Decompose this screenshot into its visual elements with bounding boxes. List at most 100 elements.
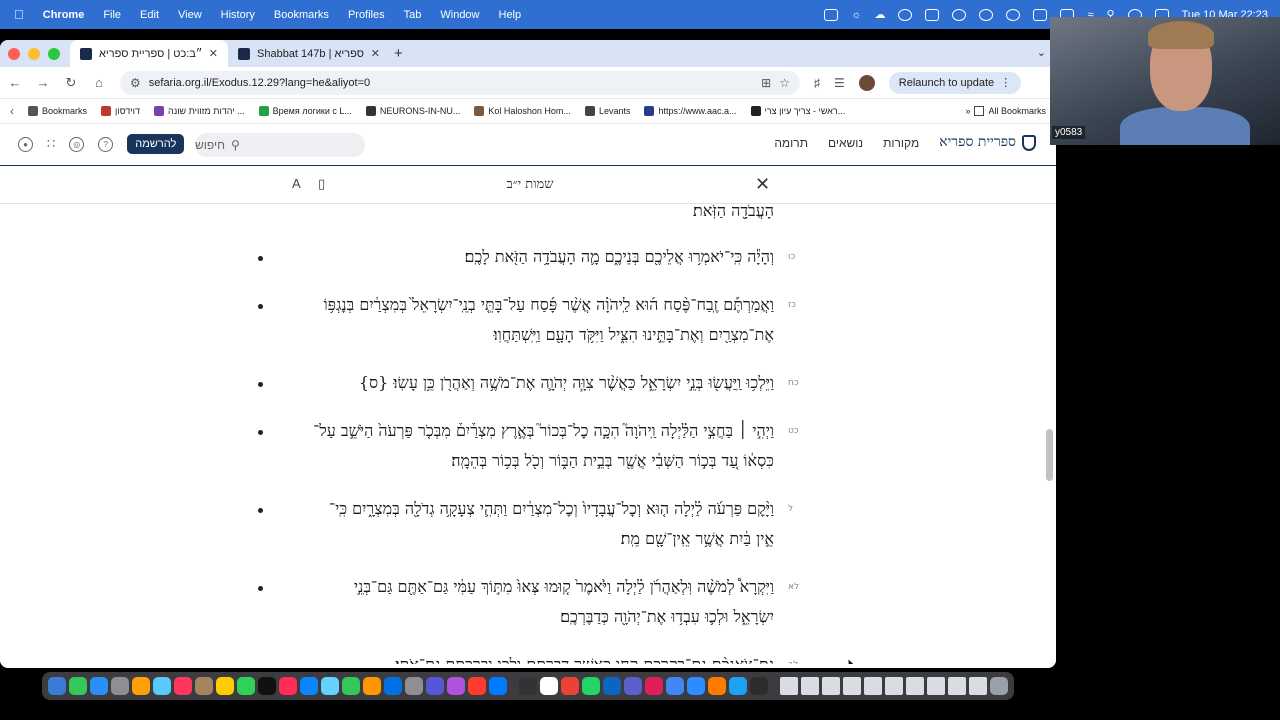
dock-app-icon[interactable]: [729, 677, 747, 695]
site-info-icon[interactable]: ⚙: [130, 76, 141, 90]
address-bar[interactable]: ⚙ sefaria.org.il/Exodus.12.29?lang=he&al…: [120, 70, 800, 95]
tab-exodus[interactable]: שמות י״ב:כט | ספריית ספריא ✕: [70, 40, 228, 67]
nav-texts[interactable]: מקורות: [883, 136, 919, 150]
menu-file[interactable]: File: [103, 9, 121, 21]
dock-minimized-window-icon[interactable]: [948, 677, 966, 695]
back-icon[interactable]: ←: [8, 75, 22, 90]
dock-app-icon[interactable]: [111, 677, 129, 695]
dock-app-icon[interactable]: [624, 677, 642, 695]
menu-bookmarks[interactable]: Bookmarks: [274, 9, 329, 21]
dock-app-icon[interactable]: [132, 677, 150, 695]
relaunch-button[interactable]: Relaunch to update ⋮: [888, 71, 1022, 94]
dock-app-icon[interactable]: [174, 677, 192, 695]
dock-app-icon[interactable]: [300, 677, 318, 695]
verse-number[interactable]: כו: [788, 252, 795, 262]
forward-icon[interactable]: →: [36, 75, 50, 90]
dock-app-icon[interactable]: [519, 677, 537, 695]
video-call-tile[interactable]: y0583: [1050, 17, 1280, 145]
sync-icon[interactable]: [952, 8, 967, 21]
verse-text[interactable]: וַיֵּלְכ֥וּ וַֽיַּעֲשׂ֖וּ בְּנֵ֣י יִשְׂר…: [282, 368, 774, 398]
scrollbar-thumb[interactable]: [1046, 429, 1053, 481]
dock-minimized-window-icon[interactable]: [864, 677, 882, 695]
dock-app-icon[interactable]: [489, 677, 507, 695]
bookmark-item[interactable]: NEURONS-IN-NU...: [365, 106, 460, 116]
tab-search-icon[interactable]: ⌄: [1037, 46, 1046, 59]
media-icon[interactable]: ☰: [834, 76, 845, 90]
dock-app-icon[interactable]: [342, 677, 360, 695]
verse-text[interactable]: גַּם־צֹאנְכֶ֨ם גַּם־בְּקַרְכֶ֥ם קְח֛וּ כ…: [282, 650, 774, 664]
menu-history[interactable]: History: [221, 9, 255, 21]
install-app-icon[interactable]: ⊞: [761, 76, 771, 90]
bookmark-item[interactable]: Bookmarks: [28, 106, 87, 116]
dock-app-icon[interactable]: [645, 677, 663, 695]
account-icon[interactable]: ●: [18, 136, 33, 152]
bookmark-item[interactable]: יהדות מזווית שונה ...: [153, 106, 245, 116]
dock-minimized-window-icon[interactable]: [885, 677, 903, 695]
verse-text[interactable]: וַיְהִ֣י ׀ בַּחֲצִ֣י הַלַּ֗יְלָה וַֽיהֹו…: [282, 416, 774, 476]
verse-number[interactable]: ל: [788, 504, 793, 514]
apps-grid-icon[interactable]: ∷: [47, 136, 55, 152]
menu-view[interactable]: View: [178, 9, 202, 21]
dock-minimized-window-icon[interactable]: [822, 677, 840, 695]
close-window-icon[interactable]: [8, 47, 20, 60]
dock-app-icon[interactable]: [321, 677, 339, 695]
screen-share-icon[interactable]: [824, 8, 839, 21]
close-tab-icon[interactable]: ✕: [209, 47, 218, 60]
overflow-chevron-icon[interactable]: »: [965, 106, 970, 116]
trash-icon[interactable]: [990, 677, 1008, 695]
dock-app-icon[interactable]: [195, 677, 213, 695]
search-icon[interactable]: ⚲: [231, 138, 240, 152]
dock-app-icon[interactable]: [384, 677, 402, 695]
dock-app-icon[interactable]: [561, 677, 579, 695]
verse-text[interactable]: וַיָּ֨קׇם פַּרְעֹ֜ה לַ֗יְלָה ה֤וּא וְכׇל…: [282, 494, 774, 554]
profile-avatar[interactable]: [858, 74, 875, 91]
dock-app-icon[interactable]: [258, 677, 276, 695]
dock-app-icon[interactable]: [237, 677, 255, 695]
verse-text[interactable]: וַיִּקְרָא֩ לְמֹשֶׁ֨ה וּֽלְאַהֲרֹ֜ן לַ֗י…: [282, 572, 774, 632]
dock-app-icon[interactable]: [447, 677, 465, 695]
zoom-status-icon[interactable]: [898, 8, 913, 21]
signup-button[interactable]: להרשמה: [127, 134, 185, 154]
verse-text[interactable]: הָעֲבֹדָ֖ה הַזֹּֽאת׃: [282, 204, 774, 226]
bookmark-item[interactable]: Время логики с L...: [258, 106, 352, 116]
reload-icon[interactable]: ↻: [64, 75, 78, 91]
dock-minimized-window-icon[interactable]: [801, 677, 819, 695]
menu-profiles[interactable]: Profiles: [348, 9, 385, 21]
cloud-icon[interactable]: ☁: [874, 8, 885, 21]
dock-minimized-window-icon[interactable]: [906, 677, 924, 695]
verse-text[interactable]: וְהָיָ֕ה כִּֽי־יֹאמְר֥וּ אֲלֵיכֶ֖ם בְּנֵ…: [282, 242, 774, 272]
bookmark-item[interactable]: דוידסון: [101, 106, 140, 116]
bookmark-star-icon[interactable]: ☆: [779, 76, 800, 90]
menu-tab[interactable]: Tab: [404, 9, 422, 21]
verse-text[interactable]: וַאֲמַרְתֶּ֡ם זֶֽבַח־פֶּ֨סַח ה֜וּא לַֽיה…: [282, 290, 774, 350]
verse-number[interactable]: לב: [788, 660, 798, 664]
menu-help[interactable]: Help: [499, 9, 522, 21]
dock-app-icon[interactable]: [153, 677, 171, 695]
extensions-icon[interactable]: ♯: [814, 76, 820, 90]
bookmark-item[interactable]: ראשי - צריך עיון צרי...: [750, 106, 845, 116]
dock-app-icon[interactable]: [540, 677, 558, 695]
sefaria-logo[interactable]: ספריית ספריא: [939, 134, 1036, 151]
notion-status-icon[interactable]: [925, 8, 940, 21]
maximize-window-icon[interactable]: [48, 47, 60, 60]
play-icon[interactable]: [1006, 8, 1021, 21]
nav-topics[interactable]: נושאים: [828, 136, 863, 150]
dock-app-icon[interactable]: [708, 677, 726, 695]
tab-shabbat[interactable]: Shabbat 147b | ספריית ספריא ✕: [228, 40, 390, 67]
dock-minimized-window-icon[interactable]: [969, 677, 987, 695]
apple-icon[interactable]: : [14, 7, 24, 22]
help-icon[interactable]: ?: [98, 136, 114, 152]
chevron-left-icon[interactable]: ‹: [10, 104, 14, 118]
dock-app-icon[interactable]: [666, 677, 684, 695]
dock-app-icon[interactable]: [750, 677, 768, 695]
language-globe-icon[interactable]: ◎: [69, 136, 85, 152]
dock-app-icon[interactable]: [426, 677, 444, 695]
bookmark-item[interactable]: Levants: [584, 106, 630, 116]
dock-app-icon[interactable]: [582, 677, 600, 695]
home-icon[interactable]: ⌂: [92, 75, 106, 90]
verse-number[interactable]: כז: [788, 300, 796, 310]
dock-app-icon[interactable]: [363, 677, 381, 695]
search-input[interactable]: ⚲ חיפוש: [195, 133, 365, 157]
verse-number[interactable]: כח: [788, 378, 799, 388]
menu-app-name[interactable]: Chrome: [43, 9, 85, 21]
